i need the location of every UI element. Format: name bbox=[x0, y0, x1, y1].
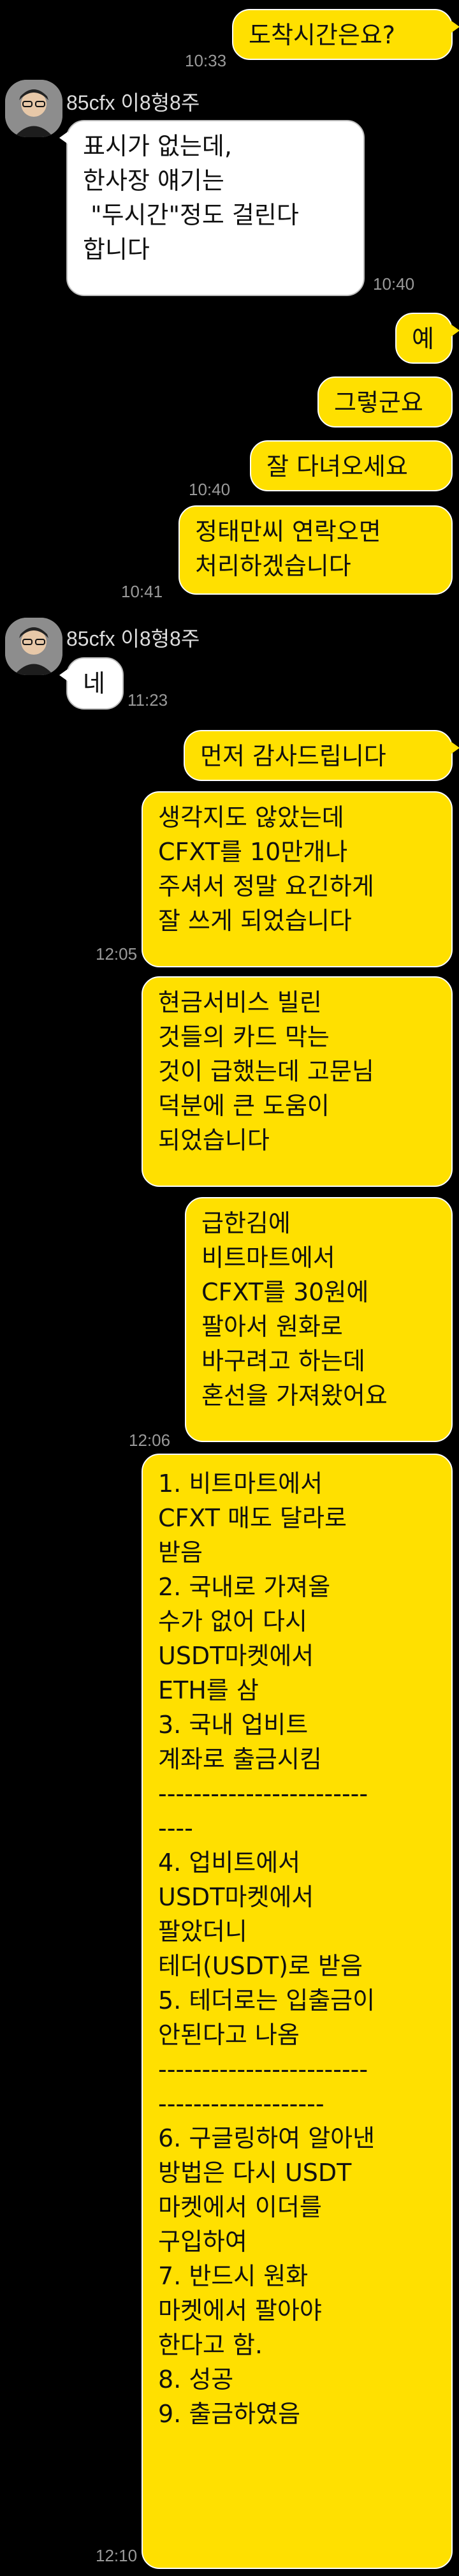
sender-name: 85cfx 이8형8주 bbox=[66, 627, 200, 650]
message-time: 12:06 bbox=[129, 1431, 171, 1450]
message-time: 10:40 bbox=[189, 480, 231, 499]
message-bubble[interactable]: 표시가 없는데, 한사장 얘기는 "두시간"정도 걸린다 합니다 bbox=[59, 120, 365, 296]
message-time: 12:05 bbox=[96, 944, 138, 964]
message-bubble[interactable]: 현금서비스 빌린 것들의 카드 막는 것이 급했는데 고문님 덕분에 큰 도움이… bbox=[142, 976, 453, 1187]
avatar[interactable] bbox=[5, 618, 62, 675]
message-time: 10:40 bbox=[373, 274, 415, 294]
message-bubble[interactable]: 생각지도 않았는데 CFXT를 10만개나 주셔서 정말 요긴하게 잘 쓰게 되… bbox=[142, 791, 453, 967]
message-bubble[interactable]: 1. 비트마트에서 CFXT 매도 달라로 받음 2. 국내로 가져올 수가 없… bbox=[142, 1454, 453, 2569]
message-time: 11:23 bbox=[127, 690, 168, 710]
message-bubble[interactable]: 예 bbox=[395, 313, 459, 364]
message-bubble[interactable]: 네 bbox=[59, 657, 124, 710]
message-bubble[interactable]: 잘 다녀오세요 bbox=[250, 440, 453, 491]
message-bubble[interactable]: 급한김에 비트마트에서 CFXT를 30원에 팔아서 원화로 바구려고 하는데 … bbox=[185, 1197, 453, 1442]
message-bubble[interactable]: 도착시간은요? bbox=[232, 9, 459, 60]
sender-name: 85cfx 이8형8주 bbox=[66, 91, 200, 114]
avatar[interactable] bbox=[5, 80, 62, 137]
message-bubble[interactable]: 정태만씨 연락오면 처리하겠습니다 bbox=[178, 505, 453, 595]
message-time: 12:10 bbox=[96, 2546, 138, 2565]
message-bubble[interactable]: 그렇군요 bbox=[317, 376, 453, 428]
message-time: 10:33 bbox=[185, 51, 227, 70]
message-time: 10:41 bbox=[121, 582, 163, 601]
message-bubble[interactable]: 먼저 감사드립니다 bbox=[184, 730, 459, 781]
